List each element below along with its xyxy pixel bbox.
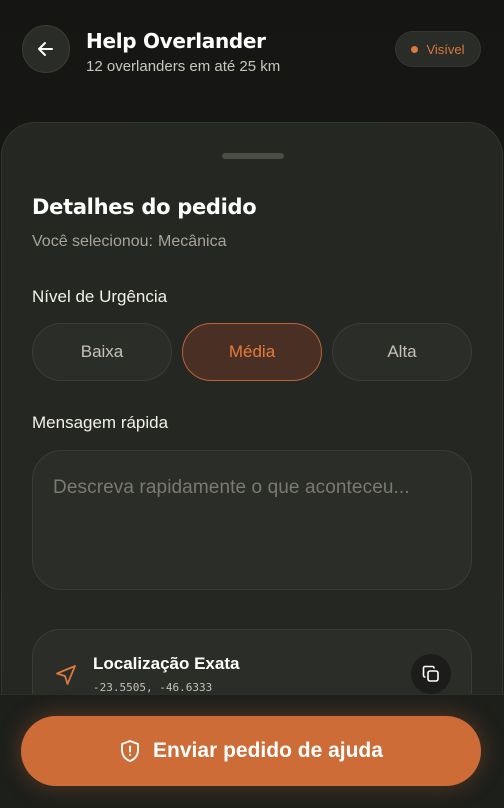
location-title: Localização Exata xyxy=(93,654,240,673)
send-help-request-button[interactable]: Enviar pedido de ajuda xyxy=(21,716,481,786)
urgency-selector: Baixa Média Alta xyxy=(32,323,472,381)
message-label: Mensagem rápida xyxy=(32,413,169,432)
urgency-option-alta[interactable]: Alta xyxy=(332,323,472,381)
urgency-option-baixa[interactable]: Baixa xyxy=(32,323,172,381)
urgency-option-media[interactable]: Média xyxy=(182,323,322,381)
status-dot-icon xyxy=(411,45,419,53)
copy-coords-button[interactable] xyxy=(411,654,451,694)
app-screen: Help Overlander 12 overlanders em até 25… xyxy=(0,0,504,808)
send-button-label: Enviar pedido de ajuda xyxy=(153,739,383,762)
message-input[interactable]: Descreva rapidamente o que aconteceu... xyxy=(32,450,472,590)
arrow-left-icon xyxy=(38,42,53,56)
page-title: Help Overlander xyxy=(86,29,266,53)
shield-alert-icon xyxy=(121,740,139,762)
back-button[interactable] xyxy=(22,25,70,73)
copy-icon xyxy=(422,665,439,682)
visibility-badge[interactable]: Visível xyxy=(395,31,481,67)
navigation-arrow-icon xyxy=(56,665,76,685)
page-subtitle: 12 overlanders em até 25 km xyxy=(86,58,281,75)
header: Help Overlander 12 overlanders em até 25… xyxy=(0,0,504,110)
sheet-title: Detalhes do pedido xyxy=(32,195,257,219)
selected-value: Mecânica xyxy=(157,233,227,250)
location-coords: -23.5505, -46.6333 xyxy=(93,681,213,694)
visibility-label: Visível xyxy=(426,41,465,57)
sheet-drag-handle[interactable] xyxy=(222,153,284,159)
urgency-label: Nível de Urgência xyxy=(32,287,168,306)
selected-prefix: Você selecionou: xyxy=(32,233,153,250)
bottom-action-bar: Enviar pedido de ajuda xyxy=(0,694,504,808)
selected-category: Você selecionou: Mecânica xyxy=(32,233,226,251)
